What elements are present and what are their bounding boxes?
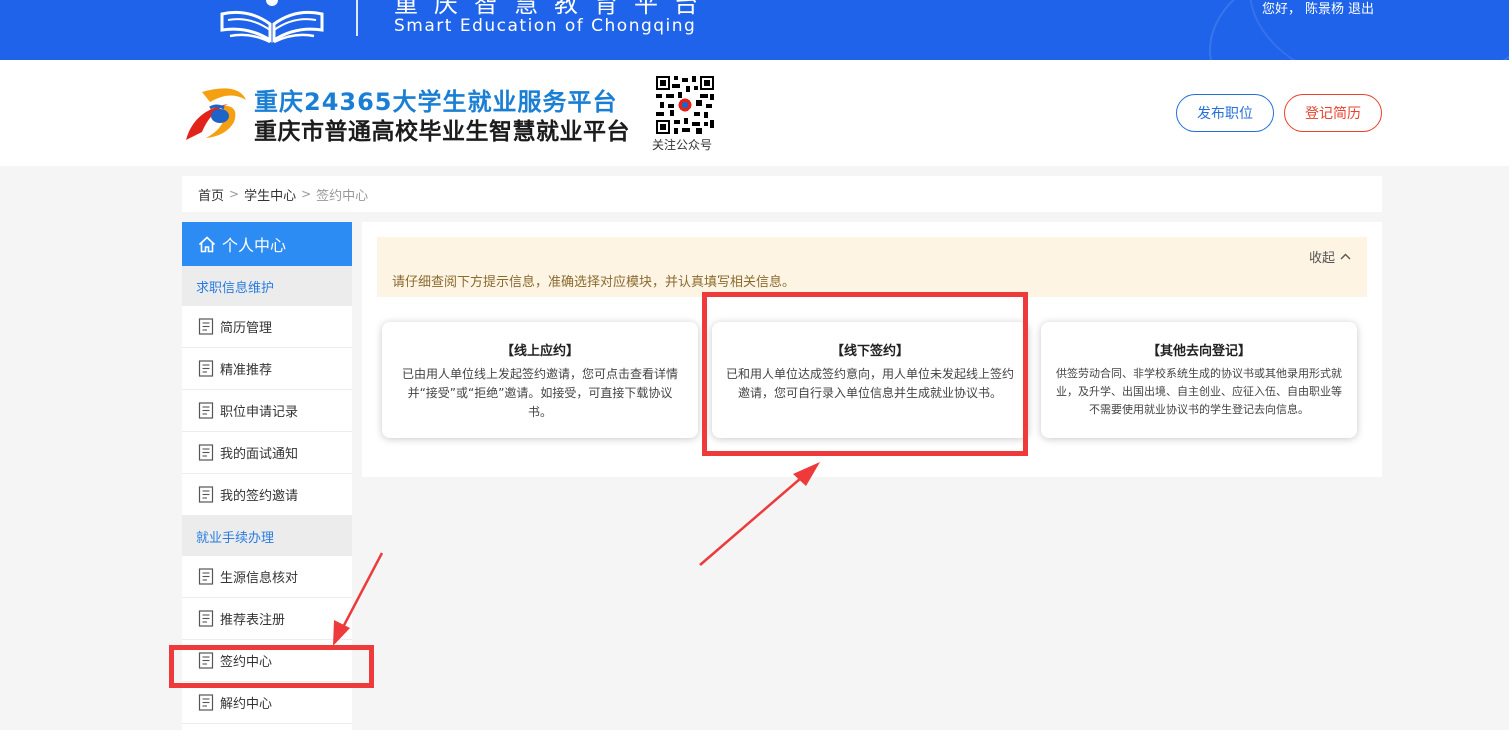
annotation-arrow-line xyxy=(339,552,384,632)
annotation-arrows xyxy=(333,462,820,646)
arrow-head-icon xyxy=(333,620,350,646)
annotation-arrow-line xyxy=(699,471,809,566)
